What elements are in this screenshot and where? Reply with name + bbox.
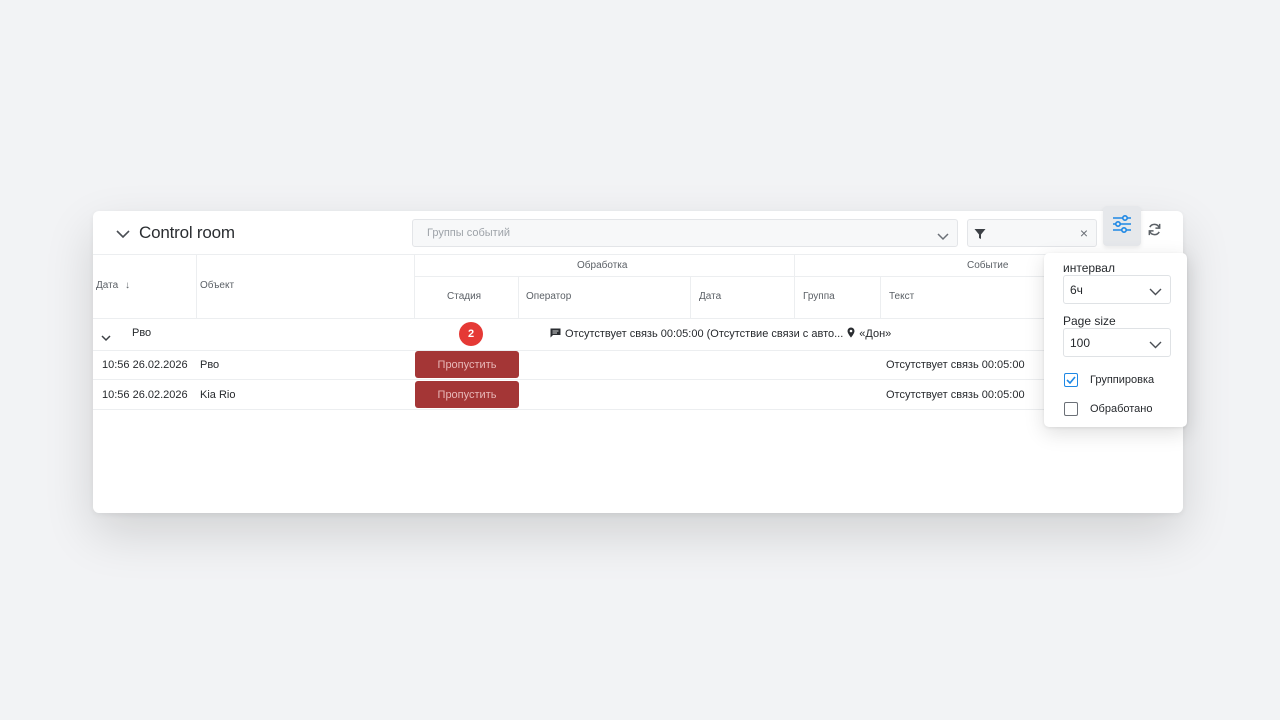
skip-button[interactable]: Пропустить <box>415 351 519 378</box>
interval-label: интервал <box>1063 261 1115 275</box>
column-divider <box>518 276 519 319</box>
header-divider <box>93 254 1183 255</box>
event-groups-placeholder: Группы событий <box>427 227 510 239</box>
column-header-date[interactable]: Дата ↓ <box>96 280 130 291</box>
interval-select[interactable]: 6ч <box>1063 275 1171 304</box>
sort-arrow-icon: ↓ <box>124 280 130 291</box>
page-size-label: Page size <box>1063 314 1116 328</box>
grouping-label: Группировка <box>1090 374 1155 386</box>
column-divider <box>794 254 795 319</box>
group-expand-chevron-icon[interactable] <box>101 329 111 347</box>
page-title: Control room <box>139 223 235 242</box>
message-icon <box>550 328 561 341</box>
column-header-operator[interactable]: Оператор <box>526 291 571 302</box>
column-divider <box>414 254 415 319</box>
filter-input[interactable]: × <box>967 219 1097 247</box>
group-count-badge: 2 <box>459 322 483 346</box>
location-pin-icon <box>847 327 855 341</box>
grouping-checkbox[interactable] <box>1064 373 1078 387</box>
column-header-object[interactable]: Объект <box>200 280 234 291</box>
row-date: 10:56 26.02.2026 <box>102 359 188 371</box>
clear-filter-icon[interactable]: × <box>1080 225 1088 241</box>
processed-label: Обработано <box>1090 403 1153 415</box>
settings-dropdown: интервал 6ч Page size 100 Группировка Об… <box>1044 253 1187 427</box>
row-date: 10:56 26.02.2026 <box>102 389 188 401</box>
chevron-down-icon <box>937 228 949 246</box>
column-divider <box>880 276 881 319</box>
column-header-text[interactable]: Текст <box>889 291 914 302</box>
skip-button[interactable]: Пропустить <box>415 381 519 408</box>
page-size-value: 100 <box>1070 335 1091 350</box>
column-divider <box>690 276 691 319</box>
row-divider <box>93 350 1183 351</box>
refresh-icon <box>1147 222 1162 242</box>
collapse-chevron-icon[interactable] <box>115 227 131 241</box>
header-bottom-divider <box>93 318 1183 319</box>
settings-button[interactable] <box>1103 206 1141 246</box>
group-message-text: Отсутствует связь 00:05:00 (Отсутствие с… <box>565 328 844 340</box>
column-header-processing-date[interactable]: Дата <box>699 291 721 302</box>
row-object: Рво <box>200 359 220 371</box>
page-size-select[interactable]: 100 <box>1063 328 1171 357</box>
row-event-text: Отсутствует связь 00:05:00 <box>886 359 1025 371</box>
row-object: Kia Rio <box>200 389 236 401</box>
column-group-event: Событие <box>967 260 1009 271</box>
row-divider <box>93 379 1183 380</box>
control-room-panel: Control room Группы событий × Дата ↓ Объ… <box>93 206 1183 513</box>
refresh-button[interactable] <box>1145 223 1163 241</box>
event-groups-select[interactable]: Группы событий <box>412 219 958 247</box>
column-group-processing: Обработка <box>577 260 628 271</box>
sliders-icon <box>1112 214 1132 238</box>
row-event-text: Отсутствует связь 00:05:00 <box>886 389 1025 401</box>
group-row-message: Отсутствует связь 00:05:00 (Отсутствие с… <box>550 327 891 341</box>
column-header-group[interactable]: Группа <box>803 291 835 302</box>
chevron-down-icon <box>1149 338 1162 352</box>
filter-icon <box>974 227 986 245</box>
processed-checkbox[interactable] <box>1064 402 1078 416</box>
column-header-date-label: Дата <box>96 280 119 291</box>
group-row-name: Рво <box>132 327 152 339</box>
column-header-stage[interactable]: Стадия <box>447 291 481 302</box>
group-location-text: «Дон» <box>859 328 892 340</box>
column-divider <box>196 254 197 319</box>
interval-value: 6ч <box>1070 282 1083 297</box>
row-divider <box>93 409 1183 410</box>
chevron-down-icon <box>1149 285 1162 299</box>
